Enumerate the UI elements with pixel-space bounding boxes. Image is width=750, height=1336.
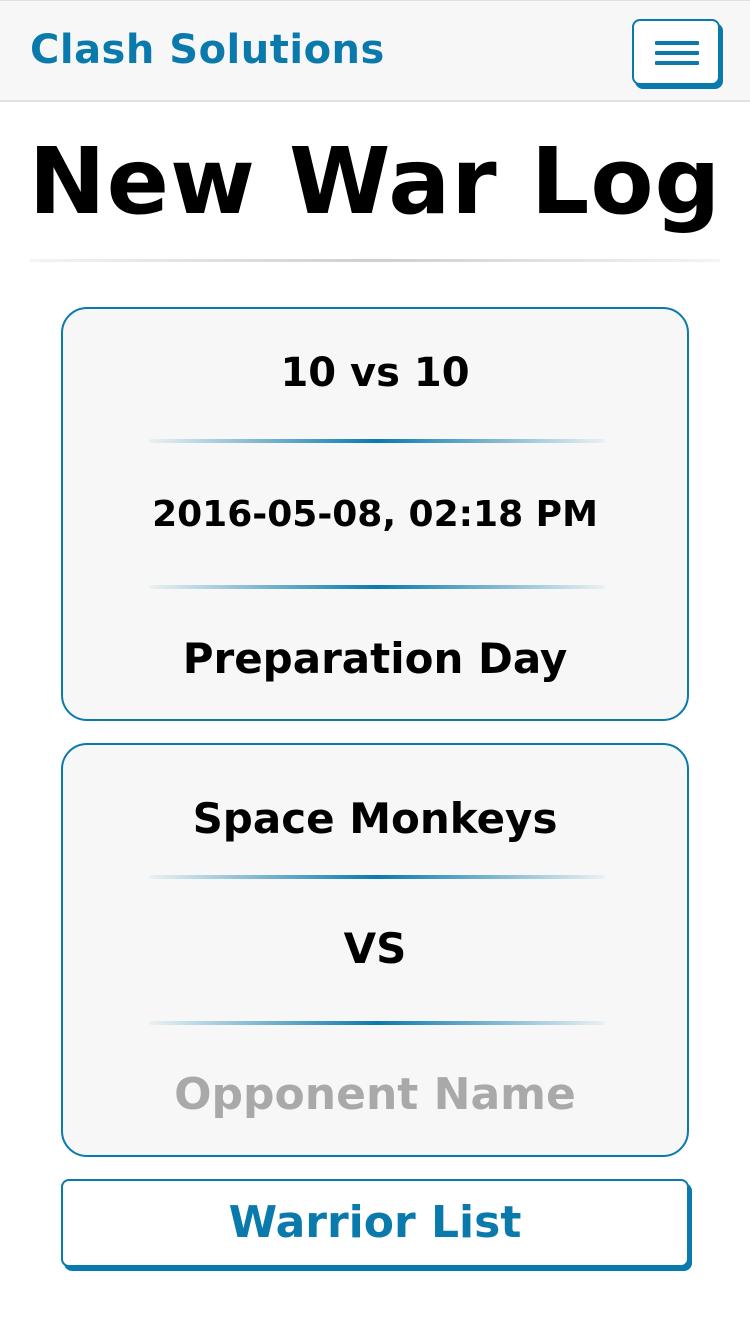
- brand-logo-text[interactable]: Clash Solutions: [30, 23, 385, 77]
- opponent-name-input[interactable]: Opponent Name: [63, 1065, 687, 1125]
- clan-name: Space Monkeys: [192, 794, 558, 843]
- hamburger-menu-icon-bar: [655, 61, 699, 65]
- versus-label: VS: [343, 924, 407, 973]
- war-phase-value[interactable]: Preparation Day: [63, 629, 687, 689]
- warrior-list-button[interactable]: Warrior List: [61, 1179, 689, 1267]
- hamburger-menu-icon: [655, 41, 699, 45]
- page-title: New War Log: [28, 128, 722, 235]
- war-datetime-value[interactable]: 2016-05-08, 02:18 PM: [63, 485, 687, 545]
- top-navbar: Clash Solutions: [0, 0, 750, 102]
- card-divider: [149, 585, 605, 589]
- war-info-card: 10 vs 10 2016-05-08, 02:18 PM Preparatio…: [61, 307, 689, 721]
- hamburger-menu-icon-bar: [655, 51, 699, 55]
- card-divider: [149, 875, 605, 879]
- title-divider: [30, 259, 720, 262]
- card-divider: [149, 439, 605, 443]
- matchup-card: Space Monkeys VS Opponent Name: [61, 743, 689, 1157]
- hamburger-menu-button[interactable]: [632, 19, 720, 85]
- card-divider: [149, 1021, 605, 1025]
- war-size-value[interactable]: 10 vs 10: [63, 343, 687, 403]
